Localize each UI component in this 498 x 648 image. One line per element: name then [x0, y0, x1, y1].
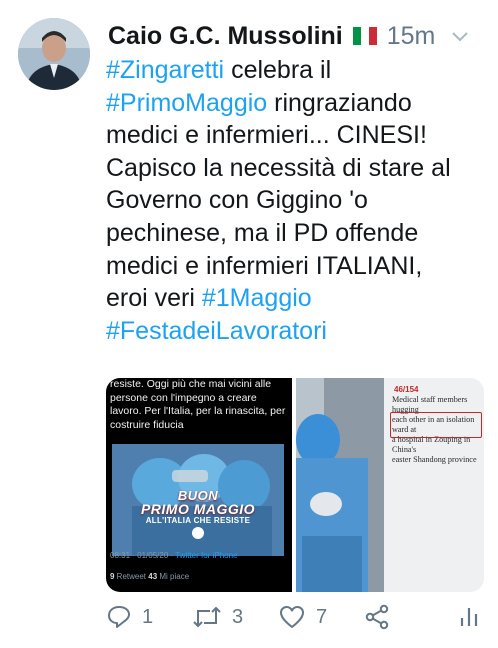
embedded-post-meta: 08:31 · 01/05/20 · Twitter for iPhone	[110, 551, 237, 560]
embedded-like-count: 43	[148, 572, 158, 581]
tweet-text-line: Governo con Giggino 'o	[106, 184, 490, 217]
tweet-media[interactable]: resiste. Oggi più che mai vicini alle pe…	[106, 378, 484, 592]
embedded-post-text: resiste. Oggi più che mai vicini alle pe…	[110, 378, 286, 432]
tweet-text-line: #FestadeiLavoratori	[106, 315, 490, 348]
avatar-photo	[18, 18, 90, 90]
tweet-text-segment: ringraziando	[267, 88, 412, 117]
tweet-text-segment: Governo con Giggino 'o	[106, 186, 368, 215]
author-avatar[interactable]	[18, 18, 90, 90]
reply-count: 1	[142, 605, 154, 628]
hashtag-link[interactable]: #PrimoMaggio	[106, 89, 267, 117]
embedded-retweet-label: Retweet	[114, 572, 149, 581]
analytics-icon	[460, 608, 478, 626]
banner-text-italia-resiste: ALL'ITALIA CHE RESISTE	[145, 516, 251, 525]
tweet-text-line: pechinese, ma il PD offende	[106, 217, 490, 250]
tweet-text-line: Capisco la necessità di stare al	[106, 152, 490, 185]
embedded-post-time: 08:31 · 01/05/20 ·	[110, 551, 176, 560]
embedded-post-stats: 9 Retweet 43 Mi piace	[110, 572, 189, 581]
tweet-text-segment: medici e infermieri ITALIANI,	[106, 251, 423, 280]
caption-highlight-box	[390, 412, 482, 438]
media-screenshot-right[interactable]: 46/154 Medical staff members hugging eac…	[296, 378, 484, 592]
embedded-post-line: lavoro. Per l'Italia, per la rinascita, …	[110, 405, 286, 417]
banner-text-primo-maggio: PRIMO MAGGIO	[140, 501, 256, 517]
embedded-post-line: costruire fiducia	[110, 418, 184, 431]
news-caption-line: easter Shandong province	[392, 455, 477, 464]
hashtag-link[interactable]: #FestadeiLavoratori	[106, 317, 327, 345]
tweet-header: Caio G.C. Mussolini 15m	[108, 18, 484, 54]
tweet-text-line: #PrimoMaggio ringraziando	[106, 87, 490, 120]
reply-icon	[108, 606, 130, 628]
hashtag-link[interactable]: #Zingaretti	[106, 56, 224, 84]
retweet-icon	[193, 606, 221, 628]
tweet-text: #Zingaretti celebra il #PrimoMaggio ringr…	[106, 54, 490, 347]
tweet-actions: 1 3 7	[106, 598, 486, 636]
news-caption-line: a hospital in Zouping in China's	[392, 435, 471, 454]
author-name[interactable]: Caio G.C. Mussolini	[108, 22, 343, 51]
media-screenshot-left[interactable]: resiste. Oggi più che mai vicini alle pe…	[106, 378, 292, 592]
tweet-text-segment: medici e infermieri... CINESI!	[106, 121, 427, 150]
embedded-post-line: resiste. Oggi più che mai vicini alle	[110, 378, 272, 390]
share-icon	[365, 604, 389, 630]
reply-button[interactable]: 1	[106, 604, 192, 630]
hashtag-link[interactable]: #1Maggio	[202, 284, 312, 312]
primo-maggio-banner: BUON PRIMO MAGGIO ALL'ITALIA CHE RESISTE	[112, 444, 284, 556]
tweet-text-line: medici e infermieri... CINESI!	[106, 119, 490, 152]
embedded-post-line: persone con l'impegno a creare	[110, 391, 257, 404]
tweet-text-segment: Capisco la necessità di stare al	[106, 153, 451, 182]
tweet-text-segment: eroi veri	[106, 284, 202, 313]
tweet-timestamp[interactable]: 15m	[387, 22, 436, 51]
tweet-text-line: medici e infermieri ITALIANI,	[106, 250, 490, 283]
like-count: 7	[316, 605, 328, 628]
tweet-text-line: eroi veri #1Maggio	[106, 282, 490, 315]
analytics-button[interactable]	[458, 604, 480, 630]
tweet-text-segment: celebra il	[224, 56, 332, 84]
heart-icon	[280, 606, 304, 628]
retweet-button[interactable]: 3	[192, 604, 278, 630]
embedded-like-label: Mi piace	[157, 572, 190, 581]
news-image-counter: 46/154	[394, 385, 419, 394]
retweet-count: 3	[232, 605, 244, 628]
chevron-down-icon[interactable]	[449, 25, 471, 47]
tweet-text-segment: pechinese, ma il PD offende	[106, 218, 419, 247]
share-button[interactable]	[364, 604, 442, 630]
italy-flag-icon	[352, 27, 377, 45]
pd-logo-icon	[192, 527, 204, 539]
tweet-text-line: #Zingaretti celebra il	[106, 54, 490, 87]
like-button[interactable]: 7	[278, 604, 364, 630]
embedded-post-source: Twitter for iPhone	[175, 551, 238, 560]
